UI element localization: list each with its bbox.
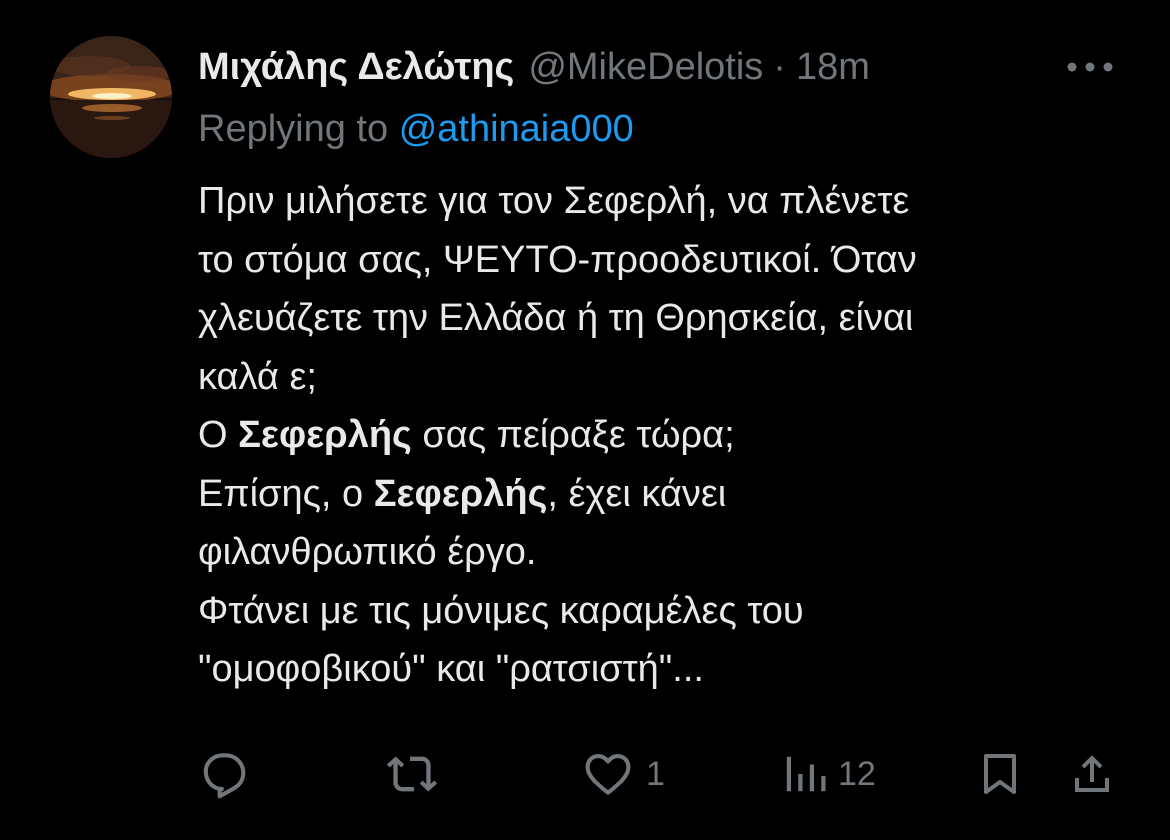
tweet-header: Μιχάλης Δελώτης @MikeDelotis · 18m bbox=[198, 44, 870, 90]
bookmark-button[interactable] bbox=[976, 742, 1024, 806]
tweet-text-line: "ομοφοβικού" και "ρατσιστή"... bbox=[198, 640, 1098, 699]
like-count: 1 bbox=[646, 754, 665, 793]
text-segment: καλά ε; bbox=[198, 355, 317, 398]
text-segment: "ομοφοβικού" και "ρατσιστή"... bbox=[198, 648, 704, 690]
share-icon bbox=[1075, 755, 1109, 792]
tweet-text-line: Φτάνει με τις μόνιμες καραμέλες του bbox=[198, 582, 1098, 641]
replying-to: Replying to @athinaia000 bbox=[198, 108, 634, 151]
tweet-text-line: χλευάζετε την Ελλάδα ή τη Θρησκεία, είνα… bbox=[198, 289, 1098, 348]
text-segment: σας πείραξε τώρα; bbox=[411, 414, 735, 456]
bookmark-icon bbox=[984, 754, 1016, 794]
share-button[interactable] bbox=[1068, 742, 1116, 806]
views-icon bbox=[786, 756, 826, 792]
views-button[interactable]: 12 bbox=[782, 742, 876, 806]
tweet-text-line: Ο Σεφερλής σας πείραξε τώρα; bbox=[198, 406, 1098, 465]
retweet-icon bbox=[386, 756, 438, 792]
bold-text-segment: Σεφερλής bbox=[373, 472, 548, 515]
tweet-text-line: Πριν μιλήσετε για τον Σεφερλή, να πλένετ… bbox=[198, 172, 1098, 231]
timestamp[interactable]: 18m bbox=[796, 46, 870, 89]
text-segment: Φτάνει με τις μόνιμες καραμέλες του bbox=[198, 589, 804, 632]
tweet-text-line: το στόμα σας, ΨΕΥΤΟ-προοδευτικοί. Όταν bbox=[198, 231, 1098, 290]
tweet-text-line: καλά ε; bbox=[198, 348, 1098, 407]
replying-prefix: Replying to bbox=[198, 108, 389, 150]
tweet-text-line: φιλανθρωπικό έργο. bbox=[198, 523, 1098, 582]
separator-dot: · bbox=[773, 45, 786, 88]
retweet-button[interactable] bbox=[384, 742, 440, 806]
text-segment: Πριν μιλήσετε για τον Σεφερλή, να πλένετ… bbox=[198, 180, 910, 222]
more-options-button[interactable] bbox=[1064, 52, 1116, 82]
sunset-avatar-icon bbox=[50, 36, 172, 158]
reply-button[interactable] bbox=[198, 742, 250, 806]
bold-text-segment: Σεφερλής bbox=[238, 414, 412, 456]
like-button[interactable]: 1 bbox=[580, 742, 665, 806]
views-count: 12 bbox=[838, 754, 876, 793]
text-segment: φιλανθρωπικό έργο. bbox=[198, 531, 537, 573]
text-segment: , έχει κάνει bbox=[547, 472, 727, 515]
text-segment: χλευάζετε την Ελλάδα ή τη Θρησκεία, είνα… bbox=[198, 297, 914, 339]
tweet-text-line: Επίσης, ο Σεφερλής, έχει κάνει bbox=[198, 465, 1098, 524]
display-name[interactable]: Μιχάλης Δελώτης bbox=[198, 46, 514, 89]
reply-mention-link[interactable]: @athinaia000 bbox=[399, 108, 634, 150]
more-dots-icon bbox=[1067, 62, 1113, 72]
user-handle[interactable]: @MikeDelotis bbox=[528, 46, 763, 89]
avatar[interactable] bbox=[50, 36, 172, 158]
text-segment: Επίσης, ο bbox=[198, 472, 374, 515]
text-segment: Ο bbox=[198, 414, 239, 456]
action-bar: 1 12 bbox=[0, 742, 1170, 806]
reply-icon bbox=[203, 753, 246, 799]
tweet-text: Πριν μιλήσετε για τον Σεφερλή, να πλένετ… bbox=[198, 172, 1098, 699]
heart-icon bbox=[585, 753, 631, 795]
text-segment: το στόμα σας, ΨΕΥΤΟ-προοδευτικοί. Όταν bbox=[198, 238, 917, 281]
